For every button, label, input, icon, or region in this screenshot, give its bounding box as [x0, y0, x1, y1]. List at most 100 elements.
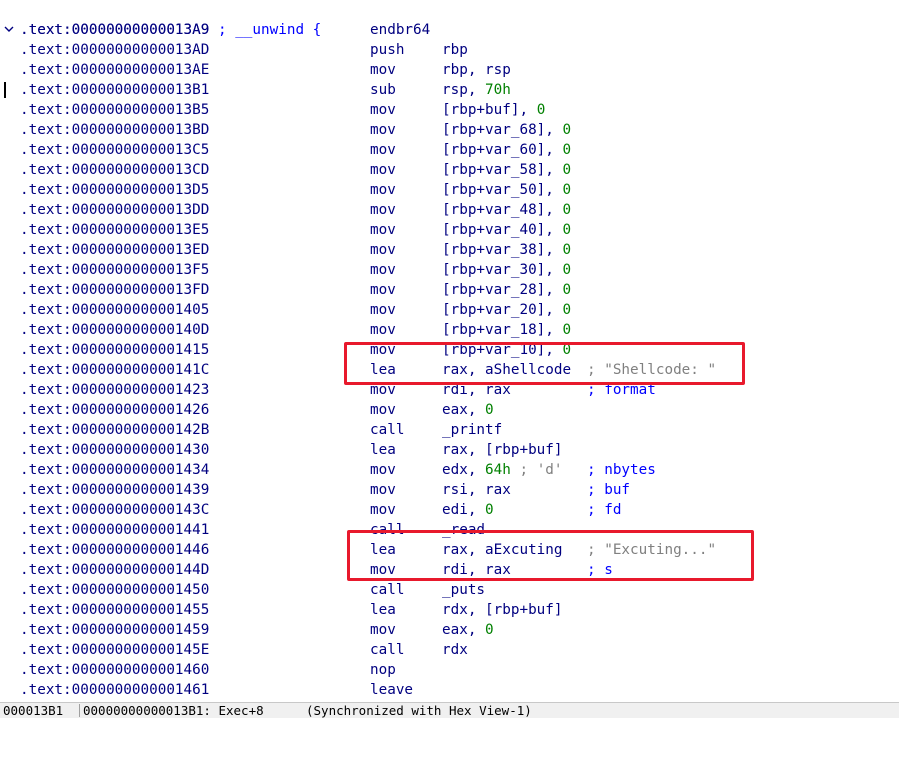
line-address[interactable]: .text:0000000000001461: [20, 680, 209, 700]
operands[interactable]: eax, 0: [442, 620, 494, 640]
mnemonic[interactable]: call: [370, 640, 404, 660]
operands[interactable]: rbp: [442, 40, 468, 60]
operands[interactable]: [rbp+buf], 0: [442, 100, 545, 120]
mnemonic[interactable]: mov: [370, 240, 396, 260]
line-address[interactable]: .text:00000000000013C5: [20, 140, 209, 160]
line-address[interactable]: .text:00000000000013D5: [20, 180, 209, 200]
code-line[interactable]: .text:0000000000001426 mov eax, 0: [0, 400, 899, 420]
mnemonic[interactable]: mov: [370, 460, 396, 480]
code-line[interactable]: .text:0000000000001461 leave: [0, 680, 899, 700]
line-address[interactable]: .text:00000000000013FD: [20, 280, 209, 300]
code-line[interactable]: .text:000000000000145E call rdx: [0, 640, 899, 660]
operands[interactable]: [rbp+var_60], 0: [442, 140, 571, 160]
mnemonic[interactable]: mov: [370, 300, 396, 320]
operands[interactable]: edx, 64h ; 'd': [442, 460, 563, 480]
mnemonic[interactable]: mov: [370, 500, 396, 520]
operands[interactable]: [rbp+var_28], 0: [442, 280, 571, 300]
operands[interactable]: [rbp+var_48], 0: [442, 200, 571, 220]
operands[interactable]: [rbp+var_58], 0: [442, 160, 571, 180]
code-line[interactable]: .text:0000000000001434 mov edx, 64h ; 'd';…: [0, 460, 899, 480]
operands[interactable]: [rbp+var_68], 0: [442, 120, 571, 140]
line-address[interactable]: .text:00000000000013AE: [20, 60, 209, 80]
line-address[interactable]: .text:0000000000001434: [20, 460, 209, 480]
line-address[interactable]: .text:0000000000001426: [20, 400, 209, 420]
line-address[interactable]: .text:00000000000013AD: [20, 40, 209, 60]
operands[interactable]: rbp, rsp: [442, 60, 511, 80]
code-line[interactable]: .text:00000000000013ED mov [rbp+var_38], 0: [0, 240, 899, 260]
line-address[interactable]: .text:00000000000013ED: [20, 240, 209, 260]
code-line[interactable]: .text:00000000000013E5 mov [rbp+var_40], 0: [0, 220, 899, 240]
operands[interactable]: [rbp+var_20], 0: [442, 300, 571, 320]
line-address[interactable]: .text:0000000000001455: [20, 600, 209, 620]
operands[interactable]: _printf: [442, 420, 502, 440]
operands[interactable]: [rbp+var_38], 0: [442, 240, 571, 260]
mnemonic[interactable]: sub: [370, 80, 396, 100]
operands[interactable]: eax, 0: [442, 400, 494, 420]
line-address[interactable]: .text:000000000000145E: [20, 640, 209, 660]
operands[interactable]: rsp, 70h: [442, 80, 511, 100]
code-line[interactable]: .text:00000000000013D5 mov [rbp+var_50], 0: [0, 180, 899, 200]
line-address[interactable]: .text:0000000000001459: [20, 620, 209, 640]
mnemonic[interactable]: mov: [370, 100, 396, 120]
code-line[interactable]: .text:00000000000013BD mov [rbp+var_68], 0: [0, 120, 899, 140]
line-address[interactable]: .text:00000000000013E5: [20, 220, 209, 240]
code-line[interactable]: .text:000000000000142B call _printf: [0, 420, 899, 440]
line-address[interactable]: .text:0000000000001405: [20, 300, 209, 320]
line-address[interactable]: .text:0000000000001446: [20, 540, 209, 560]
mnemonic[interactable]: call: [370, 420, 404, 440]
operands[interactable]: rsi, rax: [442, 480, 511, 500]
code-line[interactable]: .text:000000000000143C mov edi, 0 ; fd: [0, 500, 899, 520]
operands[interactable]: [rbp+var_30], 0: [442, 260, 571, 280]
code-line[interactable]: .text:0000000000001455 lea rdx, [rbp+buf]: [0, 600, 899, 620]
operands[interactable]: _puts: [442, 580, 485, 600]
line-address[interactable]: .text:0000000000001450: [20, 580, 209, 600]
mnemonic[interactable]: push: [370, 40, 404, 60]
line-address[interactable]: .text:0000000000001441: [20, 520, 209, 540]
line-address[interactable]: .text:00000000000013F5: [20, 260, 209, 280]
mnemonic[interactable]: mov: [370, 260, 396, 280]
operands[interactable]: rdx, [rbp+buf]: [442, 600, 563, 620]
line-address[interactable]: .text:0000000000001415: [20, 340, 209, 360]
line-address[interactable]: .text:000000000000143C: [20, 500, 209, 520]
mnemonic[interactable]: nop: [370, 660, 396, 680]
operands[interactable]: [rbp+var_18], 0: [442, 320, 571, 340]
code-line[interactable]: .text:00000000000013B5 mov [rbp+buf], 0: [0, 100, 899, 120]
unwind-header-line[interactable]: .text:00000000000013A9 ; __unwind {: [0, 0, 899, 38]
code-line[interactable]: .text:00000000000013F5 mov [rbp+var_30], 0: [0, 260, 899, 280]
mnemonic[interactable]: mov: [370, 620, 396, 640]
mnemonic[interactable]: call: [370, 580, 404, 600]
code-line[interactable]: .text:00000000000013FD mov [rbp+var_28], 0: [0, 280, 899, 300]
line-address[interactable]: .text:000000000000140D: [20, 320, 209, 340]
disassembly-listing[interactable]: .text:00000000000013A9 ; __unwind { .tex…: [0, 0, 899, 702]
mnemonic[interactable]: endbr64: [370, 20, 430, 40]
mnemonic[interactable]: mov: [370, 180, 396, 200]
fold-chevron-down-icon[interactable]: [4, 20, 16, 40]
code-line[interactable]: .text:000000000000140D mov [rbp+var_18], 0: [0, 320, 899, 340]
mnemonic[interactable]: mov: [370, 160, 396, 180]
operands[interactable]: rax, [rbp+buf]: [442, 440, 563, 460]
line-address[interactable]: .text:00000000000013B5: [20, 100, 209, 120]
mnemonic[interactable]: leave: [370, 680, 413, 700]
mnemonic[interactable]: mov: [370, 400, 396, 420]
mnemonic[interactable]: mov: [370, 200, 396, 220]
line-address[interactable]: .text:000000000000142B: [20, 420, 209, 440]
line-address[interactable]: .text:00000000000013A9: [20, 20, 209, 40]
code-line[interactable]: .text:00000000000013B1 sub rsp, 70h: [0, 80, 899, 100]
line-address[interactable]: .text:00000000000013CD: [20, 160, 209, 180]
line-address[interactable]: .text:0000000000001439: [20, 480, 209, 500]
mnemonic[interactable]: mov: [370, 220, 396, 240]
mnemonic[interactable]: mov: [370, 120, 396, 140]
mnemonic[interactable]: mov: [370, 480, 396, 500]
operands[interactable]: [rbp+var_40], 0: [442, 220, 571, 240]
mnemonic[interactable]: lea: [370, 600, 396, 620]
code-line[interactable]: .text:0000000000001439 mov rsi, rax ; buf: [0, 480, 899, 500]
code-line[interactable]: .text:00000000000013A9 endbr64: [0, 20, 899, 40]
operands[interactable]: rdx: [442, 640, 468, 660]
operands[interactable]: edi, 0: [442, 500, 494, 520]
mnemonic[interactable]: mov: [370, 320, 396, 340]
line-address[interactable]: .text:00000000000013BD: [20, 120, 209, 140]
code-line[interactable]: .text:0000000000001460 nop: [0, 660, 899, 680]
line-address[interactable]: .text:00000000000013DD: [20, 200, 209, 220]
code-line[interactable]: .text:00000000000013DD mov [rbp+var_48], 0: [0, 200, 899, 220]
operands[interactable]: [rbp+var_50], 0: [442, 180, 571, 200]
